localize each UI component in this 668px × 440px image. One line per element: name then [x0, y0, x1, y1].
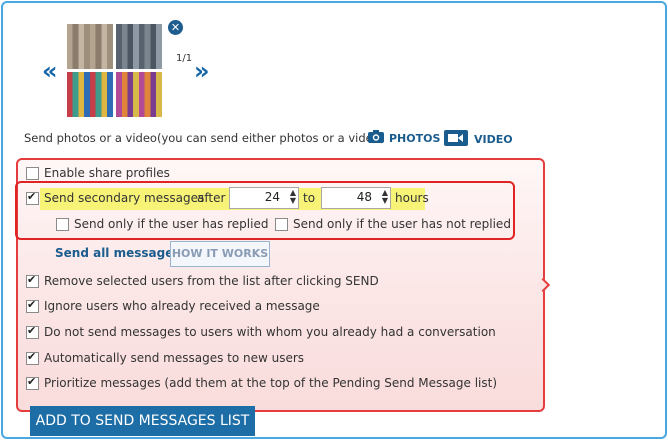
ignore-received-label: Ignore users who already received a mess…: [44, 299, 320, 313]
prioritize-label: Prioritize messages (add them at the top…: [44, 376, 497, 390]
skip-conversations-checkbox[interactable]: [26, 324, 39, 339]
only-replied-label: Send only if the user has replied: [74, 217, 269, 231]
to-label: to: [303, 191, 316, 205]
delay-from-value: 24: [264, 190, 280, 204]
previous-arrow-icon[interactable]: «: [42, 59, 58, 83]
add-to-send-messages-list-button[interactable]: ADD TO SEND MESSAGES LIST: [30, 406, 255, 436]
delay-to-input[interactable]: 48 ▲ ▼: [321, 187, 391, 209]
hours-label: hours: [395, 191, 429, 205]
option-skip-conversations[interactable]: Do not send messages to users with whom …: [26, 324, 496, 339]
send-all-messages-heading: Send all messages: [55, 246, 181, 260]
camera-icon: [368, 130, 384, 146]
photos-label: PHOTOS: [389, 131, 441, 145]
prioritize-checkbox[interactable]: [26, 375, 39, 390]
ignore-received-checkbox[interactable]: [26, 298, 39, 313]
video-camera-icon: [444, 130, 468, 149]
photo-thumbnail[interactable]: [67, 24, 113, 69]
photo-thumbnail[interactable]: [67, 72, 113, 117]
only-replied-checkbox[interactable]: [56, 217, 69, 231]
enable-share-profiles-label: Enable share profiles: [44, 166, 170, 180]
photo-thumbnail[interactable]: [116, 72, 162, 117]
only-replied-option[interactable]: Send only if the user has replied: [56, 217, 268, 231]
delay-to-value: 48: [356, 190, 372, 204]
after-label: after: [197, 191, 226, 205]
delay-from-input[interactable]: 24 ▲ ▼: [229, 187, 299, 209]
how-it-works-button[interactable]: HOW IT WORKS: [170, 241, 270, 267]
video-button[interactable]: VIDEO: [444, 130, 513, 149]
enable-share-profiles-option[interactable]: Enable share profiles: [26, 166, 170, 180]
next-arrow-icon[interactable]: »: [194, 59, 210, 83]
secondary-messages-checkbox[interactable]: [26, 190, 39, 205]
media-hint: Send photos or a video(you can send eith…: [24, 131, 385, 145]
only-not-replied-checkbox[interactable]: [275, 217, 288, 231]
auto-send-new-checkbox[interactable]: [26, 350, 39, 365]
photo-thumbnail[interactable]: [116, 24, 162, 69]
video-label: VIDEO: [474, 133, 513, 146]
photo-counter: 1/1: [176, 53, 193, 64]
spinner-arrows-icon[interactable]: ▲ ▼: [382, 189, 388, 205]
only-not-replied-option[interactable]: Send only if the user has not replied: [275, 217, 511, 231]
option-ignore-received[interactable]: Ignore users who already received a mess…: [26, 298, 320, 313]
enable-share-profiles-checkbox[interactable]: [26, 166, 39, 180]
option-auto-send-new[interactable]: Automatically send messages to new users: [26, 350, 305, 365]
remove-users-checkbox[interactable]: [26, 273, 39, 288]
spinner-arrows-icon[interactable]: ▲ ▼: [290, 189, 296, 205]
only-not-replied-label: Send only if the user has not replied: [293, 217, 511, 231]
auto-send-new-label: Automatically send messages to new users: [44, 351, 305, 365]
photos-button[interactable]: PHOTOS: [368, 130, 440, 146]
option-prioritize[interactable]: Prioritize messages (add them at the top…: [26, 375, 497, 390]
option-remove-users[interactable]: Remove selected users from the list afte…: [26, 273, 379, 288]
remove-users-label: Remove selected users from the list afte…: [44, 274, 379, 288]
remove-photo-icon[interactable]: ✕: [168, 20, 183, 35]
skip-conversations-label: Do not send messages to users with whom …: [44, 325, 496, 339]
secondary-messages-label: Send secondary messages: [44, 191, 205, 205]
secondary-messages-option[interactable]: Send secondary messages: [26, 190, 205, 205]
